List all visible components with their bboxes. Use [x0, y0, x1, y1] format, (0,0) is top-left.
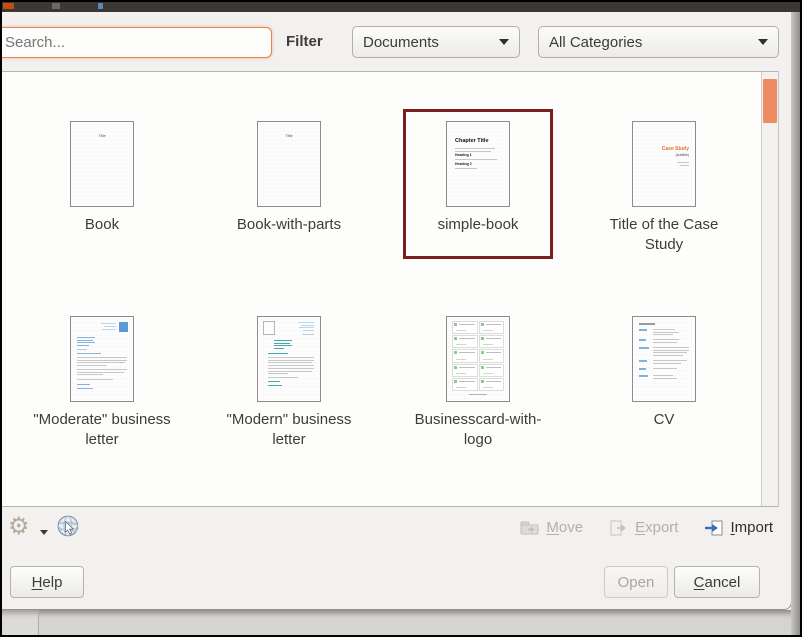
dialog-toolbar: ⚙	[2, 507, 791, 562]
online-templates-button[interactable]	[56, 514, 82, 543]
templates-panel: Title Book Title Book-with-parts Chapter…	[2, 71, 779, 507]
background-panel-edge	[2, 610, 39, 635]
template-label: Book	[85, 215, 119, 235]
import-button[interactable]: Import	[704, 519, 773, 536]
filter-label: Filter	[286, 33, 323, 50]
search-input[interactable]	[0, 27, 272, 58]
category-dropdown[interactable]: All Categories	[538, 26, 779, 58]
template-thumbnail	[257, 316, 321, 402]
template-thumbnail	[70, 316, 134, 402]
settings-dropdown-arrow[interactable]	[40, 530, 48, 535]
template-thumbnail: Chapter Title Heading 1 Heading 2	[446, 121, 510, 207]
template-tile-modern-letter[interactable]: "Modern" business letter	[214, 304, 364, 454]
template-label: CV	[654, 410, 675, 430]
export-button[interactable]: Export	[609, 519, 678, 536]
templates-dialog: Filter Documents All Categories Title Bo…	[2, 12, 792, 610]
chevron-down-icon	[499, 39, 509, 45]
template-tile-cv[interactable]: CV	[589, 304, 739, 454]
template-label: Businesscard-with-logo	[404, 410, 552, 451]
template-thumbnail	[632, 316, 696, 402]
template-tile-book[interactable]: Title Book	[27, 109, 177, 259]
gear-icon: ⚙	[8, 513, 30, 540]
document-type-dropdown[interactable]: Documents	[352, 26, 520, 58]
screenshot-frame: Filter Documents All Categories Title Bo…	[0, 0, 802, 637]
template-tile-moderate-letter[interactable]: "Moderate" business letter	[27, 304, 177, 454]
move-button[interactable]: Move	[520, 519, 583, 536]
template-tile-businesscard[interactable]: Businesscard-with-logo	[403, 304, 553, 454]
open-button[interactable]: Open	[604, 566, 668, 598]
import-icon	[704, 520, 724, 536]
template-thumbnail: Title	[70, 121, 134, 207]
template-thumbnail: Case Study (subtitle)	[632, 121, 696, 207]
globe-icon	[56, 514, 82, 540]
window-edge-shadow	[791, 12, 800, 635]
template-thumbnail: Title	[257, 121, 321, 207]
titlebar-icon-fragment	[52, 3, 60, 9]
export-icon	[609, 520, 629, 536]
template-label: simple-book	[438, 215, 519, 235]
cancel-button[interactable]: Cancel	[674, 566, 760, 598]
template-thumbnail	[446, 316, 510, 402]
template-actions: Move Export Import	[520, 519, 773, 536]
vertical-scrollbar[interactable]	[761, 72, 778, 506]
document-type-value: Documents	[363, 34, 439, 51]
background-below-dialog	[2, 610, 800, 635]
chevron-down-icon	[758, 39, 768, 45]
scrollbar-thumb[interactable]	[763, 79, 777, 123]
titlebar-icon-fragment	[3, 3, 14, 9]
category-value: All Categories	[549, 34, 642, 51]
window-titlebar	[2, 2, 800, 12]
template-tile-simple-book-selected[interactable]: Chapter Title Heading 1 Heading 2 simple…	[403, 109, 553, 259]
template-label: "Modern" business letter	[215, 410, 363, 451]
settings-button[interactable]: ⚙	[8, 515, 30, 539]
folder-move-icon	[520, 520, 540, 536]
titlebar-icon-fragment	[98, 3, 103, 9]
help-button[interactable]: Help	[10, 566, 84, 598]
template-label: Title of the Case Study	[590, 215, 738, 256]
template-tile-case-study[interactable]: Case Study (subtitle) Title of the Case …	[589, 109, 739, 259]
template-label: Book-with-parts	[237, 215, 341, 235]
template-tile-book-with-parts[interactable]: Title Book-with-parts	[214, 109, 364, 259]
template-label: "Moderate" business letter	[28, 410, 176, 451]
